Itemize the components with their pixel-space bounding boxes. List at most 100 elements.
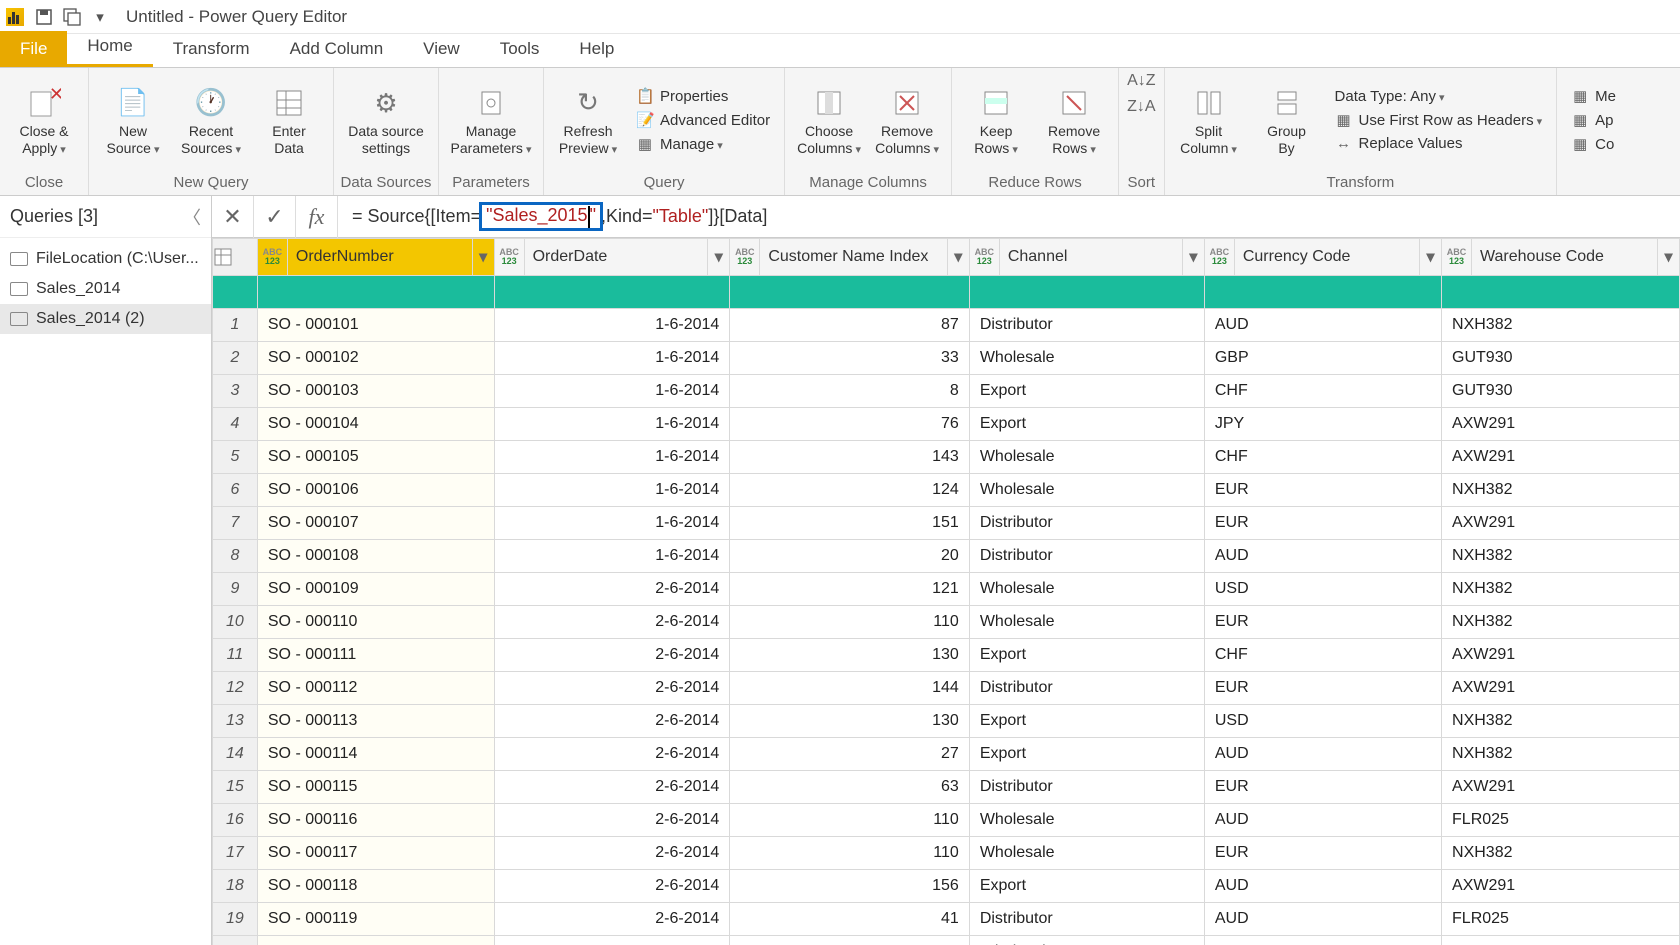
cell[interactable]: Export — [969, 870, 1204, 903]
row-number[interactable]: 3 — [213, 375, 258, 408]
cell[interactable]: SO - 000102 — [257, 342, 494, 375]
cell[interactable]: Export — [969, 705, 1204, 738]
cell[interactable]: 110 — [730, 837, 970, 870]
sort-desc-button[interactable]: Z↓A — [1127, 98, 1155, 116]
column-filter-button[interactable]: ▾ — [947, 239, 969, 275]
cell[interactable]: 124 — [730, 474, 970, 507]
cell[interactable]: 2-6-2014 — [494, 573, 730, 606]
row-number[interactable]: 13 — [213, 705, 258, 738]
column-header-warehouse-code[interactable]: ABC123Warehouse Code▾ — [1442, 239, 1679, 275]
remove-columns-button[interactable]: Remove Columns — [871, 79, 943, 161]
cell[interactable]: USD — [1204, 705, 1441, 738]
query-item-sales-2014[interactable]: Sales_2014 — [0, 274, 211, 304]
table-row[interactable]: 9SO - 0001092-6-2014121WholesaleUSDNXH38… — [213, 573, 1680, 606]
cell[interactable]: 1-6-2014 — [494, 507, 730, 540]
cell[interactable]: 27 — [730, 738, 970, 771]
row-number[interactable]: 15 — [213, 771, 258, 804]
cell[interactable]: GUT930 — [1442, 375, 1680, 408]
cell[interactable]: 1-6-2014 — [494, 342, 730, 375]
cell[interactable]: 1-6-2014 — [494, 375, 730, 408]
cell[interactable]: SO - 000116 — [257, 804, 494, 837]
cell[interactable]: Wholesale — [969, 441, 1204, 474]
cell[interactable]: GBP — [1204, 936, 1441, 945]
cell[interactable]: 2-6-2014 — [494, 903, 730, 936]
cell[interactable]: AUD — [1204, 540, 1441, 573]
type-icon[interactable]: ABC123 — [258, 239, 288, 275]
cell[interactable]: 8 — [730, 375, 970, 408]
manage-button[interactable]: ▦Manage — [636, 135, 770, 153]
cell[interactable]: 151 — [730, 507, 970, 540]
cell[interactable]: SO - 000112 — [257, 672, 494, 705]
table-row[interactable]: 8SO - 0001081-6-201420DistributorAUDNXH3… — [213, 540, 1680, 573]
cell[interactable]: Distributor — [969, 507, 1204, 540]
cell[interactable]: Distributor — [969, 540, 1204, 573]
cell[interactable]: 76 — [730, 408, 970, 441]
recent-sources-button[interactable]: 🕐Recent Sources — [175, 79, 247, 161]
cell[interactable]: Wholesale — [969, 837, 1204, 870]
save-as-button[interactable] — [58, 3, 86, 31]
combine-button[interactable]: ▦Co — [1571, 135, 1616, 153]
first-row-headers-button[interactable]: ▦Use First Row as Headers — [1335, 111, 1543, 129]
formula-fx-button[interactable]: fx — [296, 196, 338, 238]
table-row[interactable]: 12SO - 0001122-6-2014144DistributorEURAX… — [213, 672, 1680, 705]
table-row[interactable]: 7SO - 0001071-6-2014151DistributorEURAXW… — [213, 507, 1680, 540]
column-filter-button[interactable]: ▾ — [1657, 239, 1679, 275]
type-icon[interactable]: ABC123 — [495, 239, 525, 275]
cell[interactable]: Wholesale — [969, 804, 1204, 837]
cell[interactable]: 1-6-2014 — [494, 408, 730, 441]
table-row[interactable]: 20SO - 0001202-6-20144WholesaleGBPAXW291 — [213, 936, 1680, 945]
cell[interactable]: SO - 000120 — [257, 936, 494, 945]
cell[interactable]: 1-6-2014 — [494, 474, 730, 507]
cell[interactable]: 2-6-2014 — [494, 738, 730, 771]
cell[interactable]: AXW291 — [1442, 507, 1680, 540]
cell[interactable]: 121 — [730, 573, 970, 606]
save-button[interactable] — [30, 3, 58, 31]
cell[interactable]: NXH382 — [1442, 606, 1680, 639]
column-filter-button[interactable]: ▾ — [472, 239, 494, 275]
cell[interactable]: Wholesale — [969, 606, 1204, 639]
table-row[interactable]: 10SO - 0001102-6-2014110WholesaleEURNXH3… — [213, 606, 1680, 639]
table-row[interactable]: 16SO - 0001162-6-2014110WholesaleAUDFLR0… — [213, 804, 1680, 837]
cell[interactable]: 87 — [730, 309, 970, 342]
qat-dropdown[interactable]: ▾ — [86, 3, 114, 31]
cell[interactable]: Distributor — [969, 672, 1204, 705]
table-row[interactable]: 11SO - 0001112-6-2014130ExportCHFAXW291 — [213, 639, 1680, 672]
cell[interactable]: NXH382 — [1442, 837, 1680, 870]
cell[interactable]: NXH382 — [1442, 705, 1680, 738]
row-number[interactable]: 19 — [213, 903, 258, 936]
replace-values-button[interactable]: ↔Replace Values — [1335, 135, 1543, 152]
table-row[interactable]: 2SO - 0001021-6-201433WholesaleGBPGUT930 — [213, 342, 1680, 375]
cell[interactable]: SO - 000106 — [257, 474, 494, 507]
cell[interactable]: 2-6-2014 — [494, 771, 730, 804]
cell[interactable]: SO - 000118 — [257, 870, 494, 903]
keep-rows-button[interactable]: Keep Rows — [960, 79, 1032, 161]
column-header-ordernumber[interactable]: ABC123OrderNumber▾ — [258, 239, 494, 275]
cell[interactable]: 143 — [730, 441, 970, 474]
cell[interactable]: AUD — [1204, 738, 1441, 771]
cell[interactable]: Wholesale — [969, 573, 1204, 606]
cell[interactable]: 1-6-2014 — [494, 540, 730, 573]
table-row[interactable]: 3SO - 0001031-6-20148ExportCHFGUT930 — [213, 375, 1680, 408]
table-row[interactable]: 14SO - 0001142-6-201427ExportAUDNXH382 — [213, 738, 1680, 771]
cell[interactable]: CHF — [1204, 375, 1441, 408]
split-column-button[interactable]: Split Column — [1173, 79, 1245, 161]
tab-view[interactable]: View — [403, 31, 480, 67]
cell[interactable]: NXH382 — [1442, 540, 1680, 573]
cell[interactable]: Export — [969, 738, 1204, 771]
cell[interactable]: SO - 000103 — [257, 375, 494, 408]
table-row[interactable]: 17SO - 0001172-6-2014110WholesaleEURNXH3… — [213, 837, 1680, 870]
table-row[interactable]: 5SO - 0001051-6-2014143WholesaleCHFAXW29… — [213, 441, 1680, 474]
cell[interactable]: 130 — [730, 705, 970, 738]
cell[interactable]: 2-6-2014 — [494, 606, 730, 639]
cell[interactable]: CHF — [1204, 441, 1441, 474]
cell[interactable]: 2-6-2014 — [494, 639, 730, 672]
cell[interactable]: GBP — [1204, 342, 1441, 375]
cell[interactable]: FLR025 — [1442, 804, 1680, 837]
cell[interactable]: 1-6-2014 — [494, 309, 730, 342]
row-number[interactable]: 1 — [213, 309, 258, 342]
row-number[interactable]: 12 — [213, 672, 258, 705]
cell[interactable]: EUR — [1204, 474, 1441, 507]
choose-columns-button[interactable]: Choose Columns — [793, 79, 865, 161]
table-row[interactable]: 1SO - 0001011-6-201487DistributorAUDNXH3… — [213, 309, 1680, 342]
properties-button[interactable]: 📋Properties — [636, 87, 770, 105]
